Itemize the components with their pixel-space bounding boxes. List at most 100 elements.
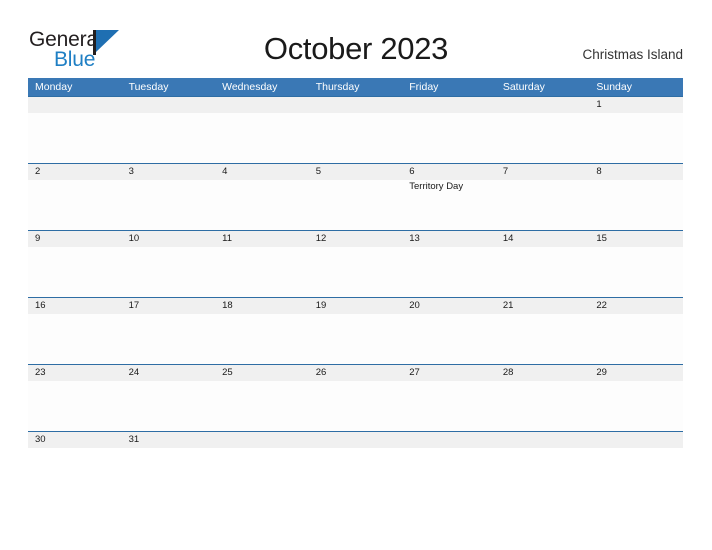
day-event[interactable]: [215, 113, 309, 163]
day-event[interactable]: [402, 247, 496, 297]
day-event[interactable]: [215, 247, 309, 297]
week-row: 30 31: [28, 431, 683, 448]
day-number[interactable]: [309, 432, 403, 448]
day-event[interactable]: [589, 381, 683, 431]
day-number[interactable]: [28, 97, 122, 113]
day-number[interactable]: 9: [28, 231, 122, 247]
day-number[interactable]: 21: [496, 298, 590, 314]
day-number[interactable]: 24: [122, 365, 216, 381]
day-event[interactable]: [589, 314, 683, 364]
week-day-events: [28, 113, 683, 163]
day-event[interactable]: [589, 113, 683, 163]
weekday-saturday: Saturday: [502, 81, 545, 93]
day-event[interactable]: [215, 381, 309, 431]
day-event[interactable]: [402, 381, 496, 431]
day-number[interactable]: 8: [589, 164, 683, 180]
day-event[interactable]: [496, 113, 590, 163]
week-day-numbers: 1: [28, 97, 683, 113]
day-event[interactable]: [28, 113, 122, 163]
week-row: 1: [28, 96, 683, 163]
day-number[interactable]: 14: [496, 231, 590, 247]
week-day-numbers: 9 10 11 12 13 14 15: [28, 231, 683, 247]
day-number[interactable]: 11: [215, 231, 309, 247]
day-number[interactable]: 29: [589, 365, 683, 381]
day-number[interactable]: 25: [215, 365, 309, 381]
day-number[interactable]: 16: [28, 298, 122, 314]
day-number[interactable]: 10: [122, 231, 216, 247]
day-number[interactable]: 13: [402, 231, 496, 247]
day-event[interactable]: [309, 180, 403, 230]
day-number[interactable]: 3: [122, 164, 216, 180]
day-number[interactable]: 31: [122, 432, 216, 448]
day-number[interactable]: [496, 97, 590, 113]
day-event[interactable]: [589, 180, 683, 230]
day-number[interactable]: [215, 432, 309, 448]
day-event[interactable]: [589, 247, 683, 297]
day-number[interactable]: [215, 97, 309, 113]
week-day-numbers: 2 3 4 5 6 7 8: [28, 164, 683, 180]
day-number[interactable]: 12: [309, 231, 403, 247]
day-event[interactable]: [496, 314, 590, 364]
week-row: 16 17 18 19 20 21 22: [28, 297, 683, 364]
day-event[interactable]: [122, 314, 216, 364]
day-event-territory-day[interactable]: Territory Day: [402, 180, 496, 230]
week-row: 2 3 4 5 6 7 8 Territory Day: [28, 163, 683, 230]
day-number[interactable]: 19: [309, 298, 403, 314]
day-number[interactable]: [402, 432, 496, 448]
week-day-events: [28, 247, 683, 297]
day-event[interactable]: [28, 314, 122, 364]
day-event[interactable]: [122, 247, 216, 297]
day-number[interactable]: 26: [309, 365, 403, 381]
day-event[interactable]: [309, 247, 403, 297]
day-number[interactable]: [402, 97, 496, 113]
day-number[interactable]: 27: [402, 365, 496, 381]
week-day-events: [28, 381, 683, 431]
day-event[interactable]: [215, 314, 309, 364]
day-event[interactable]: [122, 180, 216, 230]
day-number[interactable]: 5: [309, 164, 403, 180]
day-number[interactable]: 18: [215, 298, 309, 314]
day-number[interactable]: [496, 432, 590, 448]
weekday-monday: Monday: [35, 81, 73, 93]
day-event[interactable]: [28, 247, 122, 297]
week-day-events: Territory Day: [28, 180, 683, 230]
day-number[interactable]: 30: [28, 432, 122, 448]
weekday-wednesday: Wednesday: [222, 81, 278, 93]
weekday-thursday: Thursday: [315, 81, 360, 93]
day-event[interactable]: [28, 180, 122, 230]
day-number[interactable]: 1: [589, 97, 683, 113]
day-number[interactable]: 7: [496, 164, 590, 180]
day-event[interactable]: [402, 113, 496, 163]
page-header: General Blue October 2023 Christmas Isla…: [0, 0, 712, 78]
day-event[interactable]: [28, 381, 122, 431]
weekday-sunday: Sunday: [596, 81, 632, 93]
day-number[interactable]: 6: [402, 164, 496, 180]
weekday-friday: Friday: [409, 81, 439, 93]
week-day-numbers: 16 17 18 19 20 21 22: [28, 298, 683, 314]
day-number[interactable]: 4: [215, 164, 309, 180]
day-event[interactable]: [496, 381, 590, 431]
week-day-numbers: 23 24 25 26 27 28 29: [28, 365, 683, 381]
day-event[interactable]: [215, 180, 309, 230]
day-event[interactable]: [309, 381, 403, 431]
day-number[interactable]: [122, 97, 216, 113]
day-number[interactable]: 20: [402, 298, 496, 314]
week-day-events: [28, 314, 683, 364]
day-number[interactable]: [309, 97, 403, 113]
day-event[interactable]: [122, 381, 216, 431]
day-number[interactable]: 2: [28, 164, 122, 180]
day-event[interactable]: [309, 113, 403, 163]
day-number[interactable]: 22: [589, 298, 683, 314]
day-number[interactable]: [589, 432, 683, 448]
week-row: 9 10 11 12 13 14 15: [28, 230, 683, 297]
day-number[interactable]: 15: [589, 231, 683, 247]
day-event[interactable]: [496, 180, 590, 230]
day-event[interactable]: [402, 314, 496, 364]
day-number[interactable]: 17: [122, 298, 216, 314]
day-event[interactable]: [309, 314, 403, 364]
day-number[interactable]: 23: [28, 365, 122, 381]
day-event[interactable]: [496, 247, 590, 297]
calendar-grid: Monday Tuesday Wednesday Thursday Friday…: [28, 78, 683, 448]
day-event[interactable]: [122, 113, 216, 163]
day-number[interactable]: 28: [496, 365, 590, 381]
